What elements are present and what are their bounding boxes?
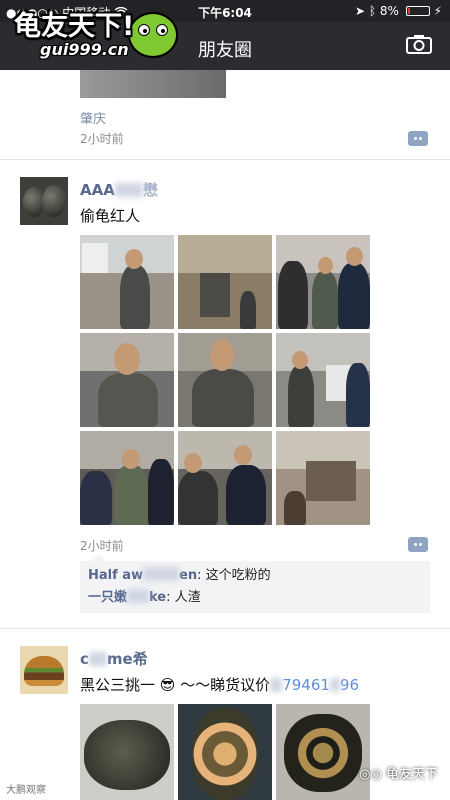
- wechat-watermark: ◎◎ 龟友天下: [359, 767, 438, 782]
- comment-item[interactable]: 一只嫩 ke: 人渣: [88, 587, 422, 609]
- avatar[interactable]: [20, 177, 68, 225]
- post-time: 2小时前: [80, 132, 124, 146]
- battery-percent: 8%: [379, 4, 399, 18]
- status-right: ➤ ᛒ 8% ⚡: [355, 4, 442, 18]
- post-photo[interactable]: [178, 431, 272, 525]
- post-time: 2小时前: [80, 539, 124, 553]
- post-author-name[interactable]: c me希: [80, 648, 148, 669]
- post-photo[interactable]: [178, 333, 272, 427]
- avatar[interactable]: [20, 646, 68, 694]
- logo-text: 龟友天下!: [14, 11, 135, 42]
- post-photo[interactable]: [80, 704, 174, 800]
- location-arrow-icon: ➤: [354, 4, 365, 18]
- bluetooth-icon: ᛒ: [368, 4, 377, 18]
- post-divider: [0, 628, 450, 629]
- turtle-mascot-icon: [128, 12, 178, 58]
- post-photo[interactable]: [276, 704, 370, 800]
- post-photo[interactable]: [80, 70, 226, 98]
- post-photo[interactable]: [80, 333, 174, 427]
- post-photo[interactable]: [178, 704, 272, 800]
- post-photo[interactable]: [276, 333, 370, 427]
- moments-feed[interactable]: 肇庆 2小时前 AAA 懋 偷龟红人 2小时前 Half aw en: 这个吃粉…: [0, 70, 450, 800]
- comment-icon[interactable]: [408, 131, 428, 146]
- post-photo[interactable]: [80, 235, 174, 329]
- post-photo[interactable]: [178, 235, 272, 329]
- wechat-icon: ◎◎: [359, 767, 382, 782]
- post-photo[interactable]: [80, 431, 174, 525]
- post-photo[interactable]: [276, 431, 370, 525]
- comment-item[interactable]: Half aw en: 这个吃粉的: [88, 565, 422, 587]
- logo-url: gui999.cn: [40, 40, 129, 59]
- post-divider: [0, 159, 450, 160]
- gui999-logo: 龟友天下! gui999.cn: [14, 4, 178, 74]
- post-author-name[interactable]: AAA 懋: [80, 179, 158, 200]
- post-photo[interactable]: [276, 235, 370, 329]
- weibo-watermark: 大鹏观察: [6, 785, 46, 796]
- charging-icon: ⚡: [433, 4, 442, 18]
- post-location[interactable]: 肇庆: [80, 108, 106, 127]
- camera-icon[interactable]: [406, 34, 432, 54]
- post-text: 黑公三挑一 😎 ～～睇货议价 79461 96: [80, 676, 360, 694]
- comments-box: Half aw en: 这个吃粉的 一只嫩 ke: 人渣: [80, 554, 430, 613]
- post-text: 偷龟红人: [80, 207, 141, 225]
- battery-icon: [405, 6, 430, 16]
- comment-icon[interactable]: [408, 537, 428, 552]
